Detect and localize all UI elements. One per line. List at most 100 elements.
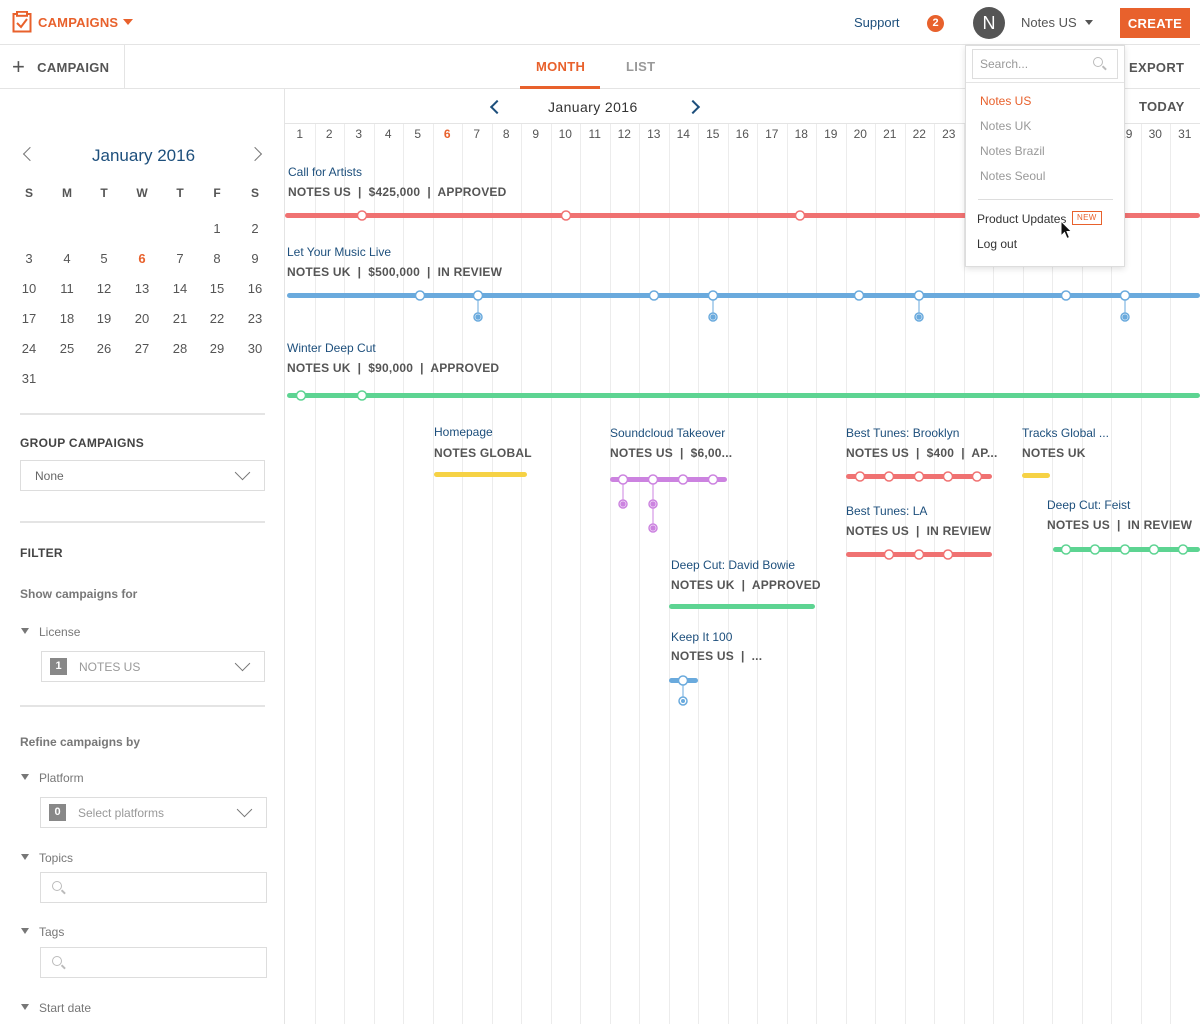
mini-calendar-day[interactable]: 1 xyxy=(205,221,229,236)
mouse-pointer-icon xyxy=(1060,220,1073,240)
product-updates-link[interactable]: Product Updates xyxy=(977,212,1066,226)
divider xyxy=(20,413,265,415)
mini-calendar-day[interactable]: 27 xyxy=(130,341,154,356)
app-switcher[interactable]: CAMPAIGNS xyxy=(12,11,134,33)
mini-calendar-day[interactable]: 29 xyxy=(205,341,229,356)
add-campaign-button[interactable]: + CAMPAIGN xyxy=(12,54,110,79)
mini-calendar-day[interactable]: 11 xyxy=(55,281,79,296)
timeline-deep-cut-feist[interactable] xyxy=(1053,544,1200,555)
timeline-let-your-music-live[interactable] xyxy=(287,290,1200,322)
refine-heading: Refine campaigns by xyxy=(20,735,141,749)
collapse-triangle-icon[interactable] xyxy=(21,774,29,780)
divider xyxy=(124,45,125,89)
timeline-best-tunes-brooklyn[interactable] xyxy=(846,471,992,482)
account-name: Notes US xyxy=(1021,15,1077,30)
mini-calendar-day[interactable]: 13 xyxy=(130,281,154,296)
platform-select[interactable]: 0 Select platforms xyxy=(40,797,267,828)
mini-calendar-day[interactable]: 20 xyxy=(130,311,154,326)
mini-calendar-day[interactable]: 15 xyxy=(205,281,229,296)
mini-calendar-day[interactable]: 22 xyxy=(205,311,229,326)
account-search[interactable] xyxy=(972,49,1118,79)
show-campaigns-heading: Show campaigns for xyxy=(20,587,138,601)
group-campaigns-value: None xyxy=(35,469,64,483)
group-campaigns-heading: GROUP CAMPAIGNS xyxy=(20,436,145,450)
account-search-input[interactable] xyxy=(973,50,1083,78)
mini-calendar-day[interactable]: 21 xyxy=(168,311,192,326)
collapse-triangle-icon[interactable] xyxy=(21,928,29,934)
chevron-left-icon[interactable] xyxy=(489,99,505,115)
account-option-notes-uk[interactable]: Notes UK xyxy=(980,119,1031,133)
mini-calendar-day[interactable]: 28 xyxy=(168,341,192,356)
logout-link[interactable]: Log out xyxy=(977,237,1017,251)
mini-calendar-day[interactable]: 10 xyxy=(17,281,41,296)
mini-calendar-day[interactable]: 19 xyxy=(92,311,116,326)
timeline-deep-cut-david-bowie[interactable] xyxy=(669,604,815,609)
timeline-homepage[interactable] xyxy=(434,472,527,477)
mini-calendar-day[interactable]: 16 xyxy=(243,281,267,296)
plus-icon: + xyxy=(12,54,26,79)
search-icon xyxy=(1093,57,1103,67)
search-icon xyxy=(52,881,62,891)
timeline-winter-deep-cut[interactable] xyxy=(287,390,1200,401)
mini-calendar-day[interactable]: 23 xyxy=(243,311,267,326)
add-campaign-label: CAMPAIGN xyxy=(37,59,110,75)
mini-calendar-day[interactable]: 3 xyxy=(17,251,41,266)
mini-calendar-day[interactable]: 4 xyxy=(55,251,79,266)
app-name: CAMPAIGNS xyxy=(38,14,119,30)
chevron-right-icon[interactable] xyxy=(685,99,701,115)
mini-calendar-day[interactable]: 5 xyxy=(92,251,116,266)
topics-label: Topics xyxy=(39,851,74,865)
mini-calendar-day[interactable]: 24 xyxy=(17,341,41,356)
mini-calendar-day[interactable]: 9 xyxy=(243,251,267,266)
timeline-tracks-global[interactable] xyxy=(1022,473,1050,478)
start-date-label: Start date xyxy=(39,1001,92,1015)
timeline-soundcloud-takeover[interactable] xyxy=(610,474,727,533)
filter-heading: FILTER xyxy=(20,546,63,560)
divider xyxy=(978,199,1113,200)
account-option-notes-seoul[interactable]: Notes Seoul xyxy=(980,169,1045,183)
mini-calendar-day[interactable]: 26 xyxy=(92,341,116,356)
tags-input[interactable] xyxy=(40,947,267,978)
mini-calendar-day[interactable]: 8 xyxy=(205,251,229,266)
search-icon xyxy=(52,956,62,966)
tab-list[interactable]: LIST xyxy=(626,59,655,74)
group-campaigns-select[interactable]: None xyxy=(20,460,265,491)
create-button[interactable]: CREATE xyxy=(1120,8,1190,38)
caret-down-icon xyxy=(123,19,134,25)
mini-calendar-day[interactable]: 6 xyxy=(130,251,154,266)
account-option-notes-brazil[interactable]: Notes Brazil xyxy=(980,144,1045,158)
mini-calendar-day[interactable]: 17 xyxy=(17,311,41,326)
weekday-label: W xyxy=(136,186,148,200)
mini-calendar-day[interactable]: 7 xyxy=(168,251,192,266)
collapse-triangle-icon[interactable] xyxy=(21,628,29,634)
timeline-best-tunes-la[interactable] xyxy=(846,549,992,560)
mini-calendar-day[interactable]: 2 xyxy=(243,221,267,236)
support-link[interactable]: Support xyxy=(854,15,900,30)
collapse-triangle-icon[interactable] xyxy=(21,1004,29,1010)
campaign-logo-icon xyxy=(12,11,32,33)
timeline-keep-it-100[interactable] xyxy=(669,675,698,706)
tab-month[interactable]: MONTH xyxy=(536,59,585,74)
tags-label: Tags xyxy=(39,925,65,939)
mini-calendar-day[interactable]: 31 xyxy=(17,371,41,386)
caret-down-icon xyxy=(1084,20,1093,25)
month-title: January 2016 xyxy=(548,99,638,115)
export-button[interactable]: EXPORT xyxy=(1129,60,1184,75)
mini-calendar-day[interactable]: 30 xyxy=(243,341,267,356)
platform-count: 0 xyxy=(49,804,66,821)
mini-calendar-day[interactable]: 12 xyxy=(92,281,116,296)
divider xyxy=(20,705,265,707)
avatar[interactable]: N xyxy=(973,7,1005,39)
account-option-notes-us[interactable]: Notes US xyxy=(980,94,1031,108)
account-switcher[interactable]: Notes US xyxy=(1021,15,1093,30)
today-button[interactable]: TODAY xyxy=(1139,99,1185,114)
weekday-label: S xyxy=(250,186,259,200)
mini-calendar-day[interactable]: 18 xyxy=(55,311,79,326)
mini-calendar-day[interactable]: 25 xyxy=(55,341,79,356)
collapse-triangle-icon[interactable] xyxy=(21,854,29,860)
top-bar xyxy=(0,0,1200,45)
notification-badge[interactable]: 2 xyxy=(927,15,944,32)
mini-calendar-day[interactable]: 14 xyxy=(168,281,192,296)
topics-input[interactable] xyxy=(40,872,267,903)
license-select[interactable]: 1 NOTES US xyxy=(41,651,265,682)
